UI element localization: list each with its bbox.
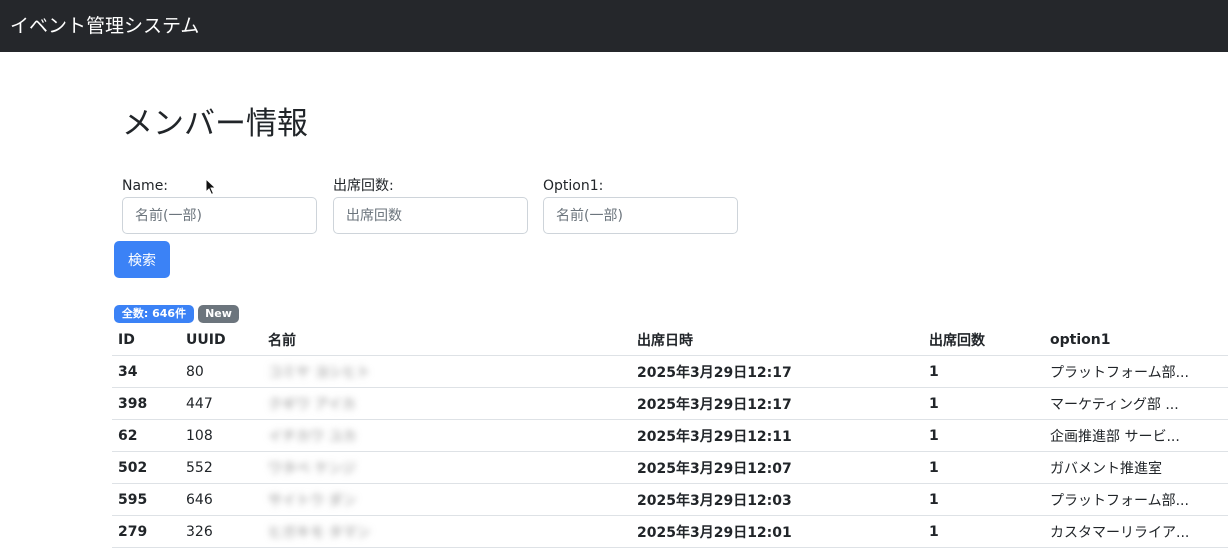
blurred-name-text: サイトウ ダン [268,492,357,509]
name-input[interactable] [122,197,317,234]
column-header-uuid: UUID [180,324,262,356]
cell-id: 398 [112,387,180,420]
blurred-name-text: コミヤ ヨシヒト [268,364,371,381]
name-label: Name: [122,178,169,194]
search-button[interactable]: 検索 [114,241,170,278]
cell-name: コミヤ ヨシヒト [262,355,631,388]
blurred-name-text: ヒガキモ タマン [268,524,371,541]
cell-attendance-count: 1 [923,387,1044,420]
cell-attendance-datetime: 2025年3月29日12:17 [631,355,923,388]
blurred-name-text: クギワ アイカ [268,396,356,413]
cell-id: 279 [112,515,180,548]
column-header-attendance-datetime: 出席日時 [631,324,923,356]
table-row[interactable]: 62 108 イチカワ ユカ 2025年3月29日12:11 1 企画推進部 サ… [112,419,1228,452]
cell-uuid: 646 [180,483,262,516]
cell-attendance-datetime: 2025年3月29日12:01 [631,515,923,548]
cell-attendance-datetime: 2025年3月29日12:07 [631,451,923,484]
cell-option1: マーケティング部 ... [1044,387,1228,420]
new-badge: New [198,305,239,323]
cell-uuid: 108 [180,419,262,452]
cell-name: ヒガキモ タマン [262,515,631,548]
cell-id: 595 [112,483,180,516]
cell-name: サイトウ ダン [262,483,631,516]
cell-id: 34 [112,355,180,388]
cell-attendance-count: 1 [923,451,1044,484]
cell-option1: プラットフォーム部... [1044,483,1228,516]
table-row[interactable]: 34 80 コミヤ ヨシヒト 2025年3月29日12:17 1 プラットフォー… [112,355,1228,388]
blurred-name-text: ワタベ ケンジ [268,460,357,477]
cell-option1: プラットフォーム部... [1044,355,1228,388]
members-table: ID UUID 名前 出席日時 出席回数 option1 34 80 コミヤ ヨ… [112,324,1228,548]
cell-attendance-count: 1 [923,483,1044,516]
cell-uuid: 326 [180,515,262,548]
cell-option1: カスタマーリライア... [1044,515,1228,548]
cell-attendance-datetime: 2025年3月29日12:03 [631,483,923,516]
column-header-id: ID [112,324,180,356]
option1-label: Option1: [543,178,604,194]
attendance-count-label: 出席回数: [333,178,394,194]
top-navbar: イベント管理システム [0,0,1228,52]
table-row[interactable]: 279 326 ヒガキモ タマン 2025年3月29日12:01 1 カスタマー… [112,515,1228,548]
total-count-badge: 全数: 646件 [114,305,194,323]
cell-id: 62 [112,419,180,452]
cell-uuid: 447 [180,387,262,420]
cell-option1: ガバメント推進室 [1044,451,1228,484]
cell-name: イチカワ ユカ [262,419,631,452]
table-row[interactable]: 595 646 サイトウ ダン 2025年3月29日12:03 1 プラットフォ… [112,483,1228,516]
page-title: メンバー情報 [122,106,308,142]
attendance-count-input[interactable] [333,197,528,234]
option1-input[interactable] [543,197,738,234]
column-header-option1: option1 [1044,324,1228,356]
table-row[interactable]: 398 447 クギワ アイカ 2025年3月29日12:17 1 マーケティン… [112,387,1228,420]
app-title[interactable]: イベント管理システム [10,14,199,38]
cell-name: クギワ アイカ [262,387,631,420]
cell-uuid: 552 [180,451,262,484]
cell-attendance-count: 1 [923,515,1044,548]
cell-uuid: 80 [180,355,262,388]
cell-id: 502 [112,451,180,484]
cell-name: ワタベ ケンジ [262,451,631,484]
cell-attendance-count: 1 [923,419,1044,452]
blurred-name-text: イチカワ ユカ [268,428,357,445]
column-header-attendance-count: 出席回数 [923,324,1044,356]
column-header-name: 名前 [262,324,631,356]
table-header-row: ID UUID 名前 出席日時 出席回数 option1 [112,324,1228,356]
mouse-cursor-icon [205,178,217,196]
table-row[interactable]: 502 552 ワタベ ケンジ 2025年3月29日12:07 1 ガバメント推… [112,451,1228,484]
cell-option1: 企画推進部 サービ... [1044,419,1228,452]
cell-attendance-datetime: 2025年3月29日12:17 [631,387,923,420]
cell-attendance-datetime: 2025年3月29日12:11 [631,419,923,452]
cell-attendance-count: 1 [923,355,1044,388]
